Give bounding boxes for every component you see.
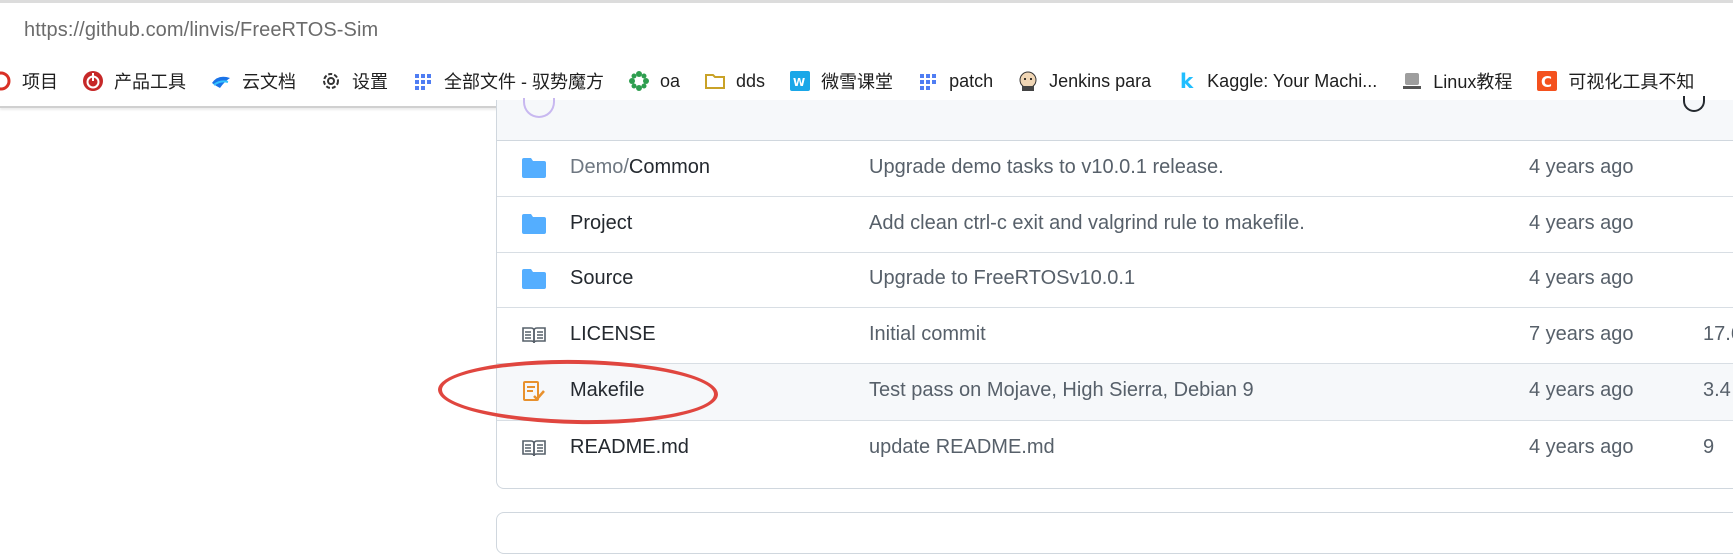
waveshare-icon: W [789,70,811,92]
readme-panel [496,512,1733,554]
kaggle-icon: k [1175,70,1197,92]
file-name[interactable]: Project [570,212,632,235]
file-row-source[interactable]: Source Upgrade to FreeRTOSv10.0.1 4 year… [497,252,1733,308]
file-row-demo-common[interactable]: Demo/Common Upgrade demo tasks to v10.0.… [497,141,1733,197]
folder-icon [704,70,726,92]
grid-icon [412,70,434,92]
file-name[interactable]: LICENSE [570,323,656,346]
bookmark-label: 产品工具 [114,72,186,92]
bookmark-label: 全部文件 - 驭势魔方 [444,72,604,92]
bookmark-yunwendang[interactable]: 云文档 [198,56,308,106]
bookmark-keshihua[interactable]: C 可视化工具不知 [1524,56,1706,106]
cloud-doc-icon [210,70,232,92]
bookmark-xiangmu[interactable]: 项目 [0,56,70,106]
file-size: 17.6 [1703,323,1733,345]
commit-message[interactable]: Test pass on Mojave, High Sierra, Debian… [869,379,1254,402]
jenkins-icon [1017,70,1039,92]
bookmark-label: 云文档 [242,72,296,92]
avatar[interactable] [523,98,555,118]
bookmark-label: Jenkins para [1049,70,1152,91]
commit-message[interactable]: Add clean ctrl-c exit and valgrind rule … [869,212,1305,235]
file-size: 9 [1703,436,1715,458]
bookmark-label: 设置 [352,72,388,92]
green-flower-icon [628,70,650,92]
bookmark-label: 微雪课堂 [821,72,894,92]
power-icon [82,70,104,92]
bookmark-label: 项目 [22,72,58,92]
bookmark-label: Linux教程 [1433,72,1513,92]
gear-icon [320,70,342,92]
svg-text:k: k [1180,70,1194,92]
commit-age: 4 years ago [1529,156,1634,178]
bookmark-shezhi[interactable]: 设置 [308,56,400,106]
bookmark-label: oa [660,70,681,91]
file-row-project[interactable]: Project Add clean ctrl-c exit and valgri… [497,197,1733,253]
commit-message[interactable]: Upgrade demo tasks to v10.0.1 release. [869,156,1224,179]
file-name[interactable]: Source [570,267,633,290]
bookmark-label: Kaggle: Your Machi... [1207,70,1378,91]
url-path: linvis/FreeRTOS-Sim [189,19,379,41]
book-icon [521,324,547,346]
url-text[interactable]: https://github.com/linvis/FreeRTOS-Sim [24,19,378,42]
svg-text:C: C [1541,73,1552,91]
bookmark-dds[interactable]: dds [692,56,777,106]
latest-commit-bar [497,96,1733,141]
bookmark-quanbu-wenjian[interactable]: 全部文件 - 驭势魔方 [400,56,616,106]
bookmark-label: patch [949,70,994,91]
file-name[interactable]: Demo/Common [570,156,710,179]
folder-icon [521,213,547,235]
file-name-leaf: Common [628,156,711,178]
bookmark-chanpin-gongju[interactable]: 产品工具 [70,56,198,106]
commit-message[interactable]: Upgrade to FreeRTOSv10.0.1 [869,267,1135,290]
folder-icon [521,268,547,290]
bookmark-oa[interactable]: oa [616,56,692,106]
file-list: Demo/Common Upgrade demo tasks to v10.0.… [496,96,1733,489]
linux-icon [1401,70,1423,92]
history-icon[interactable] [1683,96,1705,112]
bookmark-kaggle[interactable]: k Kaggle: Your Machi... [1163,56,1389,106]
bookmark-patch[interactable]: patch [905,56,1005,106]
bookmark-label: 可视化工具不知 [1568,72,1695,92]
file-row-readme[interactable]: README.md update README.md 4 years ago 9 [497,421,1733,476]
file-size: 3.4 [1703,379,1731,401]
file-name-prefix: Demo/ [570,156,629,178]
commit-age: 4 years ago [1529,267,1634,289]
c-icon: C [1536,70,1558,92]
grid-icon [917,70,939,92]
address-bar[interactable]: https://github.com/linvis/FreeRTOS-Sim [0,0,1733,59]
bookmark-label: dds [736,70,766,91]
file-row-license[interactable]: LICENSE Initial commit 7 years ago 17.6 [497,308,1733,364]
commit-message[interactable]: update README.md [869,436,1055,459]
commit-age: 4 years ago [1529,212,1634,234]
book-icon [521,437,547,459]
svg-text:W: W [793,76,805,89]
folder-icon [521,157,547,179]
red-ring-icon [0,70,12,92]
bookmark-linux[interactable]: Linux教程 [1389,56,1524,106]
url-host: https://github.com/ [24,19,190,41]
file-name[interactable]: README.md [570,436,689,459]
commit-message[interactable]: Initial commit [869,323,986,346]
bookmark-weixue-ketang[interactable]: W 微雪课堂 [777,56,905,106]
bookmark-jenkins[interactable]: Jenkins para [1005,56,1163,106]
